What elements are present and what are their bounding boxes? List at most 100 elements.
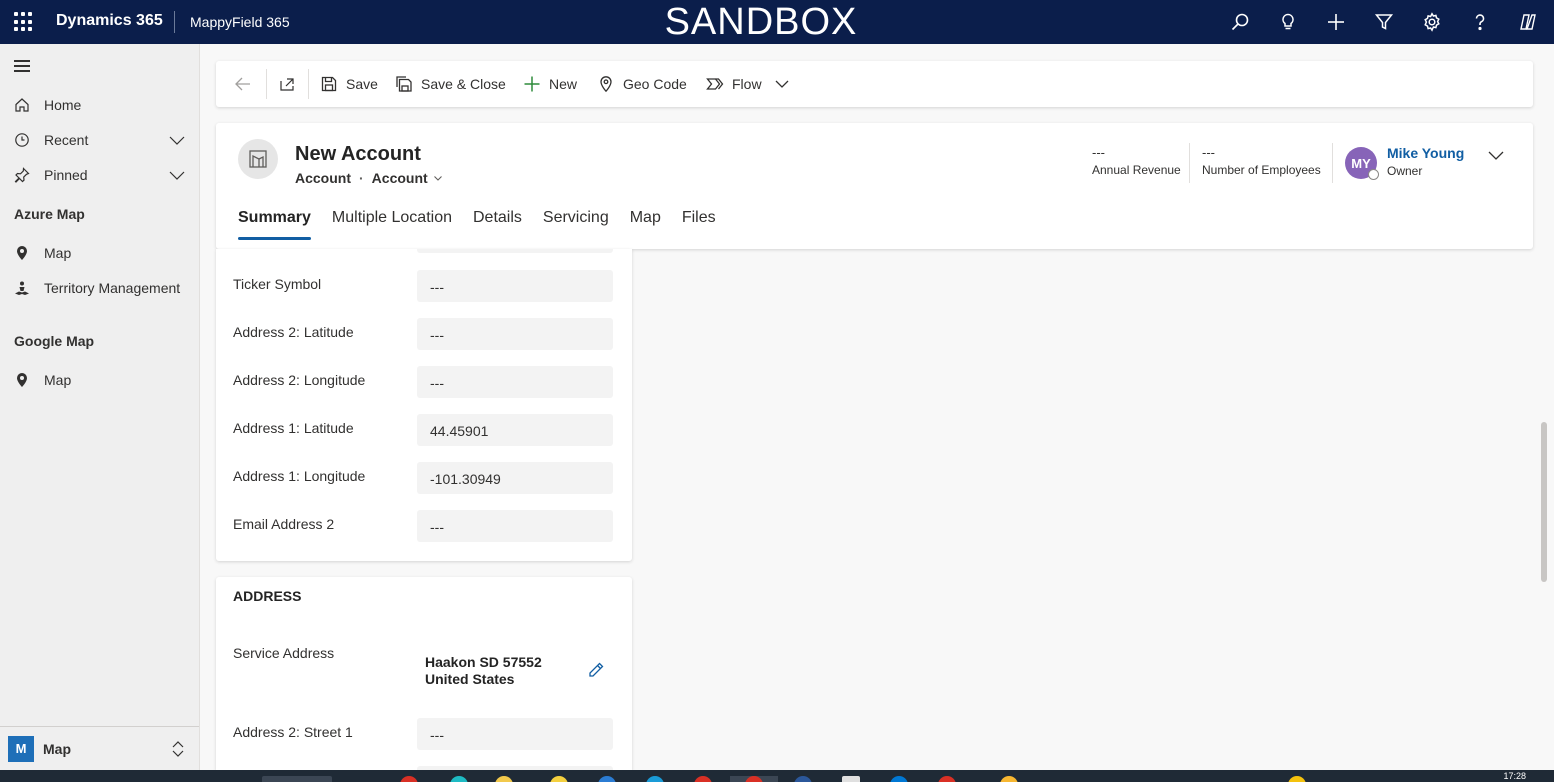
presence-status-icon xyxy=(1368,169,1379,180)
address-line: Haakon SD 57552 xyxy=(425,654,542,670)
sidebar-item-home[interactable]: Home xyxy=(0,87,199,122)
gear-icon[interactable] xyxy=(1420,10,1444,34)
home-icon xyxy=(14,97,30,113)
clipped-field xyxy=(417,249,613,253)
save-and-close-button[interactable]: Save & Close xyxy=(395,61,506,107)
taskbar-app-icon[interactable] xyxy=(842,776,860,782)
service-address-value[interactable]: Haakon SD 57552 United States xyxy=(425,654,542,688)
flow-dropdown-button[interactable] xyxy=(773,61,799,107)
header-field-annual-revenue[interactable]: --- Annual Revenue xyxy=(1092,145,1181,177)
search-icon[interactable] xyxy=(1228,10,1252,34)
field-address1-latitude: Address 1: Latitude 44.45901 xyxy=(233,414,613,446)
flow-button[interactable]: Flow xyxy=(706,61,762,107)
field-address2-longitude: Address 2: Longitude --- xyxy=(233,366,613,398)
address2-latitude-input[interactable]: --- xyxy=(417,318,613,350)
tab-summary[interactable]: Summary xyxy=(238,205,311,243)
clock-icon xyxy=(14,132,30,148)
tab-details[interactable]: Details xyxy=(473,205,522,243)
account-entity-icon xyxy=(238,139,278,179)
sidebar-item-pinned[interactable]: Pinned xyxy=(0,157,199,192)
address2-street1-input[interactable]: --- xyxy=(417,718,613,750)
address-line: United States xyxy=(425,671,515,687)
taskbar-clock[interactable]: 17:28 xyxy=(1503,771,1526,781)
email-address-2-input[interactable]: --- xyxy=(417,510,613,542)
taskbar-app-icon[interactable] xyxy=(1000,776,1018,782)
taskbar-app-icon[interactable] xyxy=(598,776,616,782)
taskbar-app-icon[interactable] xyxy=(794,776,812,782)
field-label: Email Address 2 xyxy=(233,516,335,532)
owner-label: Owner xyxy=(1387,164,1423,178)
sitemap-sidebar: Home Recent Pinned Azure Map Map Territo… xyxy=(0,44,200,770)
flow-label: Flow xyxy=(732,76,762,92)
field-label: Service Address xyxy=(233,645,335,661)
field-address2-street1: Address 2: Street 1 --- xyxy=(233,718,613,750)
save-and-close-label: Save & Close xyxy=(421,76,506,92)
map-pin-icon xyxy=(14,372,30,388)
address1-latitude-input[interactable]: 44.45901 xyxy=(417,414,613,446)
tab-servicing[interactable]: Servicing xyxy=(543,205,609,243)
entity-name: Account xyxy=(295,170,351,186)
sidebar-item-label: Map xyxy=(44,244,72,261)
taskbar-app-icon[interactable] xyxy=(694,776,712,782)
taskbar-app-icon[interactable] xyxy=(450,776,468,782)
new-label: New xyxy=(549,76,578,92)
chevron-down-icon[interactable] xyxy=(169,167,185,183)
save-and-close-icon xyxy=(396,76,412,92)
taskbar-app-icon[interactable] xyxy=(938,776,956,782)
taskbar-app-icon[interactable] xyxy=(400,776,418,782)
header-field-number-of-employees[interactable]: --- Number of Employees xyxy=(1202,145,1321,177)
arrow-left-icon xyxy=(235,77,250,91)
taskbar-app-icon[interactable] xyxy=(646,776,664,782)
address1-longitude-input[interactable]: -101.30949 xyxy=(417,462,613,494)
new-button[interactable]: New xyxy=(523,61,577,107)
command-separator xyxy=(308,69,309,99)
owner-name-link[interactable]: Mike Young xyxy=(1387,145,1464,161)
taskbar-app-icon[interactable] xyxy=(262,776,332,782)
tab-map[interactable]: Map xyxy=(630,205,661,243)
field-label: Address 1: Longitude xyxy=(233,468,366,484)
sidebar-item-label: Home xyxy=(44,96,82,113)
field-address1-longitude: Address 1: Longitude -101.30949 xyxy=(233,462,613,494)
territory-icon xyxy=(14,280,30,296)
geo-code-button[interactable]: Geo Code xyxy=(597,61,687,107)
ticker-symbol-input[interactable]: --- xyxy=(417,270,613,302)
flow-icon xyxy=(706,78,724,90)
help-icon[interactable] xyxy=(1468,10,1492,34)
form-selector[interactable]: Account xyxy=(372,170,444,186)
back-button[interactable] xyxy=(234,61,260,107)
filter-icon[interactable] xyxy=(1372,10,1396,34)
pencil-edit-icon[interactable] xyxy=(587,661,605,679)
form-section-address: ADDRESS Service Address Haakon SD 57552 … xyxy=(216,577,632,770)
chevron-down-icon xyxy=(433,176,442,181)
sidebar-item-recent[interactable]: Recent xyxy=(0,122,199,157)
popout-button[interactable] xyxy=(278,61,304,107)
copilot-icon[interactable] xyxy=(1516,10,1540,34)
field-email-address-2: Email Address 2 --- xyxy=(233,510,613,542)
tab-files[interactable]: Files xyxy=(682,205,716,243)
chevron-down-icon[interactable] xyxy=(1486,145,1506,165)
tab-multiple-location[interactable]: Multiple Location xyxy=(332,205,452,243)
header-separator xyxy=(1189,143,1190,183)
address2-longitude-input[interactable]: --- xyxy=(417,366,613,398)
sidebar-item-azure-map[interactable]: Map xyxy=(0,235,199,270)
field-label: Address 1: Latitude xyxy=(233,420,354,436)
sidebar-group-google-map: Google Map xyxy=(14,333,95,349)
plus-icon[interactable] xyxy=(1324,10,1348,34)
vertical-scrollbar[interactable] xyxy=(1541,422,1547,582)
command-separator xyxy=(266,69,267,99)
os-taskbar: 17:28 xyxy=(0,770,1554,782)
form-tabs: Summary Multiple Location Details Servic… xyxy=(238,205,737,249)
taskbar-app-icon[interactable] xyxy=(495,776,513,782)
lightbulb-icon[interactable] xyxy=(1276,10,1300,34)
chevron-down-icon[interactable] xyxy=(169,132,185,148)
area-switcher[interactable]: M Map xyxy=(0,726,199,770)
sidebar-item-google-map[interactable]: Map xyxy=(0,362,199,397)
top-bar: Dynamics 365 MappyField 365 SANDBOX xyxy=(0,0,1554,44)
save-button[interactable]: Save xyxy=(320,61,378,107)
hamburger-menu-icon[interactable] xyxy=(14,60,30,75)
taskbar-app-icon[interactable] xyxy=(890,776,908,782)
header-separator xyxy=(1332,143,1333,183)
sidebar-item-territory-management[interactable]: Territory Management xyxy=(0,270,199,305)
taskbar-app-icon[interactable] xyxy=(550,776,568,782)
taskbar-app-icon[interactable] xyxy=(1288,776,1306,782)
